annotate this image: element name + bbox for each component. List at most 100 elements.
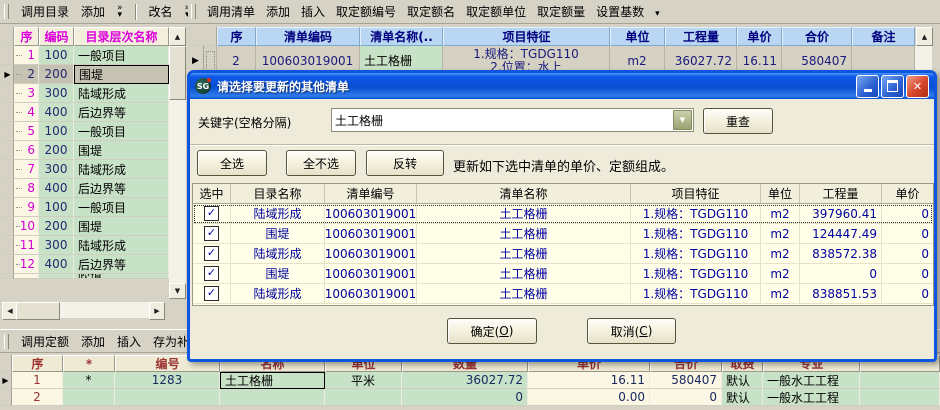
drop-arrow-icon[interactable]: ▾ (655, 9, 660, 19)
menu-get-quota-name[interactable]: 取定额名 (407, 3, 455, 20)
col-header-price[interactable]: 单价 (737, 27, 782, 46)
scroll-up-icon[interactable]: ▲ (169, 27, 186, 46)
col-header-checked[interactable]: 选中 (193, 184, 231, 204)
row-marker-icon (2, 84, 14, 103)
menu-get-quota-number[interactable]: 取定额编号 (336, 3, 396, 20)
quota-row[interactable]: 2 0 0.00 0 默认 一般水工工程 (0, 389, 940, 406)
code-cell: 100 (39, 198, 74, 217)
minimize-button[interactable] (856, 75, 879, 98)
catalog-row[interactable]: 11 300 陆域形成 (2, 236, 186, 255)
select-all-button[interactable]: 全选 (197, 150, 267, 176)
combo-dropdown-icon[interactable]: ▼ (673, 110, 692, 130)
keyword-combobox[interactable]: 土工格栅 ▼ (331, 108, 694, 132)
col-header-code[interactable]: 编码 (39, 27, 74, 46)
catalog-row[interactable]: 4 400 后边界等 (2, 103, 186, 122)
col-header-total[interactable]: 合价 (782, 27, 852, 46)
dialog-titlebar[interactable]: SG 请选择要更新的其他清单 ✕ (190, 73, 934, 99)
col-header-list-code[interactable]: 清单编码 (256, 27, 360, 46)
menu-call-catalog[interactable]: 调用目录 (21, 3, 69, 20)
quota-table: 序 * 编号 名称 单位 数量 单价 合价 取费 专业 ▶ 1 * 1283 土… (0, 355, 940, 406)
checkbox[interactable]: ✓ (204, 266, 219, 281)
checkbox[interactable]: ✓ (204, 286, 219, 301)
scroll-down-icon[interactable]: ▼ (169, 283, 186, 299)
col-header-list-name[interactable]: 清单名称 (417, 184, 631, 204)
col-header-name[interactable]: 目录层次名称 (74, 27, 169, 46)
catalog-hscrollbar[interactable]: ◀ ▶ (2, 302, 165, 318)
qty-cell: 397960.41 (800, 204, 882, 224)
keyword-value[interactable]: 土工格栅 (332, 112, 672, 129)
checkbox[interactable]: ✓ (204, 226, 219, 241)
close-button[interactable]: ✕ (906, 75, 929, 98)
menu-call-quota[interactable]: 调用定额 (21, 333, 69, 350)
dir-cell: 围堤 (231, 264, 325, 284)
cancel-button[interactable]: 取消(C) (587, 318, 676, 344)
col-header-unit[interactable]: 单位 (610, 27, 665, 46)
menu-call-list[interactable]: 调用清单 (207, 3, 255, 20)
quota-row[interactable]: ▶ 1 * 1283 土工格栅 平米 36027.72 16.11 580407… (0, 372, 940, 389)
catalog-row[interactable]: 8 400 后边界等 (2, 179, 186, 198)
catalog-row[interactable]: 12 400 后边界等 (2, 255, 186, 274)
toolbar-overflow-icon[interactable]: » ▾ (117, 5, 123, 19)
menu-add[interactable]: 添加 (266, 3, 290, 20)
candidate-row[interactable]: ✓ 陆域形成 100603019001 土工格栅 1.规格：TGDG110 m2… (193, 284, 933, 304)
col-header-note[interactable]: 备注 (852, 27, 915, 46)
toolbar-grip[interactable] (4, 334, 9, 349)
scroll-right-icon[interactable]: ▶ (149, 302, 165, 320)
menu-add-quota[interactable]: 添加 (81, 333, 105, 350)
col-header-seq[interactable]: 序 (217, 27, 256, 46)
qty-cell: 838572.38 (800, 244, 882, 264)
scroll-up-icon[interactable]: ▲ (916, 27, 933, 46)
fee-cell: 默认 (722, 389, 763, 406)
col-header-seq[interactable]: 序 (12, 355, 63, 372)
qty-cell: 0 (402, 389, 528, 406)
name-cell: 土工格栅 (220, 372, 325, 389)
ok-button[interactable]: 确定(O) (447, 318, 537, 344)
catalog-row[interactable]: 10 200 围堤 (2, 217, 186, 236)
col-header-price[interactable]: 单价 (882, 184, 933, 204)
catalog-row[interactable]: ▶ 2 200 围堤 (2, 65, 186, 84)
col-header-unit[interactable]: 单位 (761, 184, 800, 204)
code-cell: 300 (39, 236, 74, 255)
catalog-row[interactable]: 1 100 一般项目 (2, 46, 186, 65)
catalog-row[interactable]: 3 300 陆域形成 (2, 84, 186, 103)
col-header-list-code[interactable]: 清单编号 (325, 184, 417, 204)
col-header-feature[interactable]: 项目特征 (631, 184, 761, 204)
toolbar-grip[interactable] (191, 4, 196, 19)
menu-insert-quota[interactable]: 插入 (117, 333, 141, 350)
col-header-list-name[interactable]: 清单名称(.. (360, 27, 443, 46)
menu-get-quota-qty[interactable]: 取定额量 (537, 3, 585, 20)
requery-button[interactable]: 重查 (703, 108, 773, 134)
catalog-row[interactable]: 5 100 一般项目 (2, 122, 186, 141)
candidate-row[interactable]: ✓ 围堤 100603019001 土工格栅 1.规格：TGDG110 m2 1… (193, 224, 933, 244)
hscroll-thumb[interactable] (16, 302, 60, 320)
tree-dash-icon (16, 55, 22, 56)
select-none-button[interactable]: 全不选 (286, 150, 356, 176)
col-header-star[interactable]: * (63, 355, 115, 372)
checkbox[interactable]: ✓ (204, 206, 219, 221)
invert-button[interactable]: 反转 (366, 150, 444, 176)
col-header-qty[interactable]: 工程量 (800, 184, 882, 204)
col-header-feature[interactable]: 项目特征 (443, 27, 610, 46)
menu-rename[interactable]: 改名 (149, 3, 173, 20)
catalog-partial-row[interactable]: 吹填 (2, 274, 186, 279)
maximize-button[interactable] (881, 75, 904, 98)
vscroll-thumb[interactable] (169, 46, 186, 100)
catalog-vscrollbar[interactable] (169, 46, 186, 283)
candidate-row[interactable]: ✓ 围堤 100603019001 土工格栅 1.规格：TGDG110 m2 0… (193, 264, 933, 284)
checkbox[interactable]: ✓ (204, 246, 219, 261)
minimize-icon (864, 89, 872, 92)
candidate-row[interactable]: ✓ 陆域形成 100603019001 土工格栅 1.规格：TGDG110 m2… (193, 244, 933, 264)
catalog-row[interactable]: 7 300 陆域形成 (2, 160, 186, 179)
menu-insert[interactable]: 插入 (301, 3, 325, 20)
col-header-qty[interactable]: 工程量 (665, 27, 737, 46)
menu-add-catalog[interactable]: 添加 (81, 3, 105, 20)
col-header-dir[interactable]: 目录名称 (231, 184, 325, 204)
col-header-seq[interactable]: 序 (14, 27, 39, 46)
menu-get-quota-unit[interactable]: 取定额单位 (466, 3, 526, 20)
row-marker-icon (2, 46, 14, 65)
toolbar-grip[interactable] (4, 4, 9, 19)
catalog-row[interactable]: 9 100 一般项目 (2, 198, 186, 217)
catalog-row[interactable]: 6 200 围堤 (2, 141, 186, 160)
candidate-row[interactable]: ✓ 陆域形成 100603019001 土工格栅 1.规格：TGDG110 m2… (193, 204, 933, 224)
menu-set-base[interactable]: 设置基数 (596, 3, 644, 20)
